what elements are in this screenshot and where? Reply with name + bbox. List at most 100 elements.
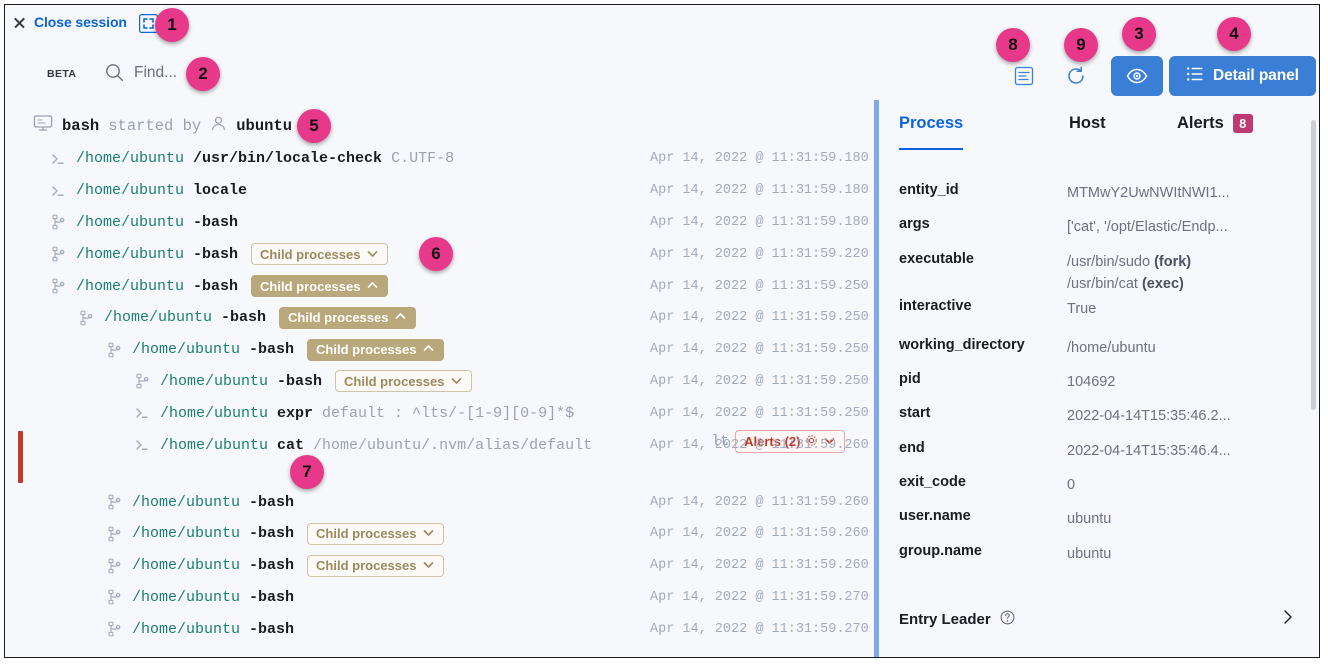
chevron-down-icon bbox=[450, 374, 463, 389]
tab-host[interactable]: Host bbox=[1069, 114, 1106, 148]
chevron-up-icon bbox=[422, 342, 435, 357]
process-timestamp: Apr 14, 2022 @ 11:31:59.220 bbox=[650, 238, 869, 270]
detail-field-key: pid bbox=[899, 371, 1067, 387]
child-processes-badge[interactable]: Child processes bbox=[279, 307, 416, 329]
process-timestamp: Apr 14, 2022 @ 11:31:59.180 bbox=[650, 143, 869, 175]
detail-field-key: group.name bbox=[899, 543, 1067, 559]
exec-prompt-icon bbox=[49, 150, 67, 168]
process-command: locale bbox=[193, 182, 247, 199]
detail-field-row: user.nameubuntu bbox=[899, 508, 1297, 530]
process-cwd: /home/ubuntu bbox=[160, 373, 268, 390]
process-tree-row[interactable]: /home/ubuntu-bashChild processesApr 14, … bbox=[5, 518, 874, 550]
detail-field-value: /home/ubuntu bbox=[1067, 337, 1156, 359]
child-processes-badge[interactable]: Child processes bbox=[251, 243, 388, 265]
process-timestamp: Apr 14, 2022 @ 11:31:59.250 bbox=[650, 397, 869, 429]
process-timestamp: Apr 14, 2022 @ 11:31:59.250 bbox=[650, 270, 869, 302]
chevron-up-icon bbox=[366, 279, 379, 294]
process-args: C.UTF-8 bbox=[391, 150, 454, 167]
detail-panel-tabs: Process Host Alerts 8 bbox=[879, 100, 1319, 155]
detail-field-key: args bbox=[899, 216, 1067, 232]
entry-leader-row[interactable]: Entry Leader bbox=[899, 608, 1297, 631]
detail-panel-scrollbar[interactable] bbox=[1311, 120, 1316, 410]
detail-field-key: executable bbox=[899, 251, 1067, 267]
child-processes-badge[interactable]: Child processes bbox=[251, 275, 388, 297]
process-cwd: /home/ubuntu bbox=[132, 341, 240, 358]
close-x-icon bbox=[13, 16, 26, 29]
process-tree-row[interactable]: /home/ubuntulocaleApr 14, 2022 @ 11:31:5… bbox=[5, 175, 874, 207]
child-processes-badge[interactable]: Child processes bbox=[307, 555, 444, 577]
process-command: -bash bbox=[249, 494, 294, 511]
chevron-down-icon bbox=[422, 558, 435, 573]
process-tree-row[interactable]: /home/ubuntu-bashChild processesApr 14, … bbox=[5, 270, 874, 302]
process-cwd: /home/ubuntu bbox=[160, 437, 268, 454]
process-tree-row[interactable]: /home/ubuntu-bashChild processesApr 14, … bbox=[5, 302, 874, 334]
process-tree-row[interactable]: /home/ubuntu/usr/bin/locale-check C.UTF-8… bbox=[5, 143, 874, 175]
annotation-marker-3: 3 bbox=[1122, 17, 1156, 51]
annotation-marker-9: 9 bbox=[1064, 28, 1098, 62]
process-command: -bash bbox=[249, 341, 294, 358]
child-processes-label: Child processes bbox=[260, 279, 360, 294]
child-processes-label: Child processes bbox=[260, 247, 360, 262]
process-tree-row[interactable]: /home/ubuntucat/home/ubuntu/.nvm/alias/d… bbox=[5, 429, 874, 486]
detail-field-key: end bbox=[899, 440, 1067, 456]
detail-panel-label: Detail panel bbox=[1213, 67, 1299, 85]
fork-icon bbox=[49, 213, 67, 231]
process-timestamp: Apr 14, 2022 @ 11:31:59.180 bbox=[650, 207, 869, 239]
process-timestamp: Apr 14, 2022 @ 11:31:59.250 bbox=[650, 366, 869, 398]
annotation-marker-8: 8 bbox=[996, 28, 1030, 62]
process-tree-row[interactable]: /home/ubuntu -bash Child processes Apr 14, … bbox=[5, 366, 874, 398]
detail-field-value: 2022-04-14T15:35:46.4... bbox=[1067, 440, 1231, 462]
detail-field-value: /usr/bin/sudo (fork)/usr/bin/cat (exec) bbox=[1067, 251, 1191, 295]
child-processes-badge[interactable]: Child processes bbox=[307, 339, 444, 361]
close-session-label: Close session bbox=[34, 14, 127, 30]
process-tree-row[interactable]: /home/ubuntu-bashChild processesApr 14, … bbox=[5, 334, 874, 366]
process-cwd: /home/ubuntu bbox=[160, 405, 268, 422]
tab-alerts[interactable]: Alerts 8 bbox=[1177, 114, 1253, 148]
detail-panel-button[interactable]: Detail panel bbox=[1169, 56, 1316, 96]
process-command: -bash bbox=[277, 373, 322, 390]
process-tree-row[interactable]: /home/ubuntu-bashApr 14, 2022 @ 11:31:59… bbox=[5, 582, 874, 614]
fork-icon bbox=[133, 372, 151, 390]
detail-field-row: pid104692 bbox=[899, 371, 1297, 393]
child-processes-label: Child processes bbox=[316, 526, 416, 541]
process-cwd: /home/ubuntu bbox=[76, 182, 184, 199]
fork-icon bbox=[105, 493, 123, 511]
alert-indicator-bar bbox=[18, 431, 23, 483]
process-command: -bash bbox=[193, 278, 238, 295]
process-tree-row[interactable]: /home/ubuntuexprdefault : ^lts/-[1-9][0-… bbox=[5, 397, 874, 429]
process-cwd: /home/ubuntu bbox=[76, 150, 184, 167]
process-tree-row[interactable]: /home/ubuntu-bashApr 14, 2022 @ 11:31:59… bbox=[5, 486, 874, 518]
annotation-marker-6: 6 bbox=[419, 237, 453, 271]
child-processes-badge[interactable]: Child processes bbox=[307, 523, 444, 545]
eye-icon-button[interactable] bbox=[1111, 56, 1163, 96]
process-tree-list[interactable]: /home/ubuntu/usr/bin/locale-check C.UTF-8… bbox=[5, 143, 874, 657]
process-command: /usr/bin/locale-check bbox=[193, 150, 382, 167]
annotation-marker-2: 2 bbox=[186, 57, 220, 91]
detail-field-row: interactiveTrue bbox=[899, 298, 1297, 320]
monitor-icon bbox=[33, 113, 53, 138]
question-circle-icon[interactable] bbox=[1000, 610, 1015, 630]
session-name: bash bbox=[62, 117, 99, 135]
text-document-icon[interactable] bbox=[1010, 62, 1038, 90]
find-placeholder: Find... bbox=[134, 64, 177, 82]
find-search-field[interactable]: Find... bbox=[105, 63, 177, 82]
chevron-right-icon[interactable] bbox=[1279, 608, 1297, 631]
eye-icon bbox=[1125, 64, 1149, 88]
process-tree-row[interactable]: /home/ubuntu-bashApr 14, 2022 @ 11:31:59… bbox=[5, 613, 874, 645]
search-icon bbox=[105, 63, 124, 82]
process-cwd: /home/ubuntu bbox=[76, 246, 184, 263]
process-tree-row[interactable]: /home/ubuntu-bashChild processesApr 14, … bbox=[5, 550, 874, 582]
close-session-button[interactable]: Close session bbox=[13, 14, 127, 30]
process-timestamp: Apr 14, 2022 @ 11:31:59.250 bbox=[650, 302, 869, 334]
process-command: -bash bbox=[249, 589, 294, 606]
process-timestamp: Apr 14, 2022 @ 11:31:59.270 bbox=[650, 613, 869, 645]
refresh-icon[interactable] bbox=[1062, 62, 1090, 90]
detail-field-value: ubuntu bbox=[1067, 508, 1111, 530]
tab-process[interactable]: Process bbox=[899, 114, 963, 150]
chevron-down-icon bbox=[422, 526, 435, 541]
process-tree-row[interactable]: /home/ubuntu-bashApr 14, 2022 @ 11:31:59… bbox=[5, 207, 874, 239]
child-processes-badge[interactable]: Child processes bbox=[335, 370, 472, 392]
annotation-marker-1: 1 bbox=[155, 8, 189, 42]
chevron-up-icon bbox=[394, 310, 407, 325]
process-cwd: /home/ubuntu bbox=[132, 589, 240, 606]
